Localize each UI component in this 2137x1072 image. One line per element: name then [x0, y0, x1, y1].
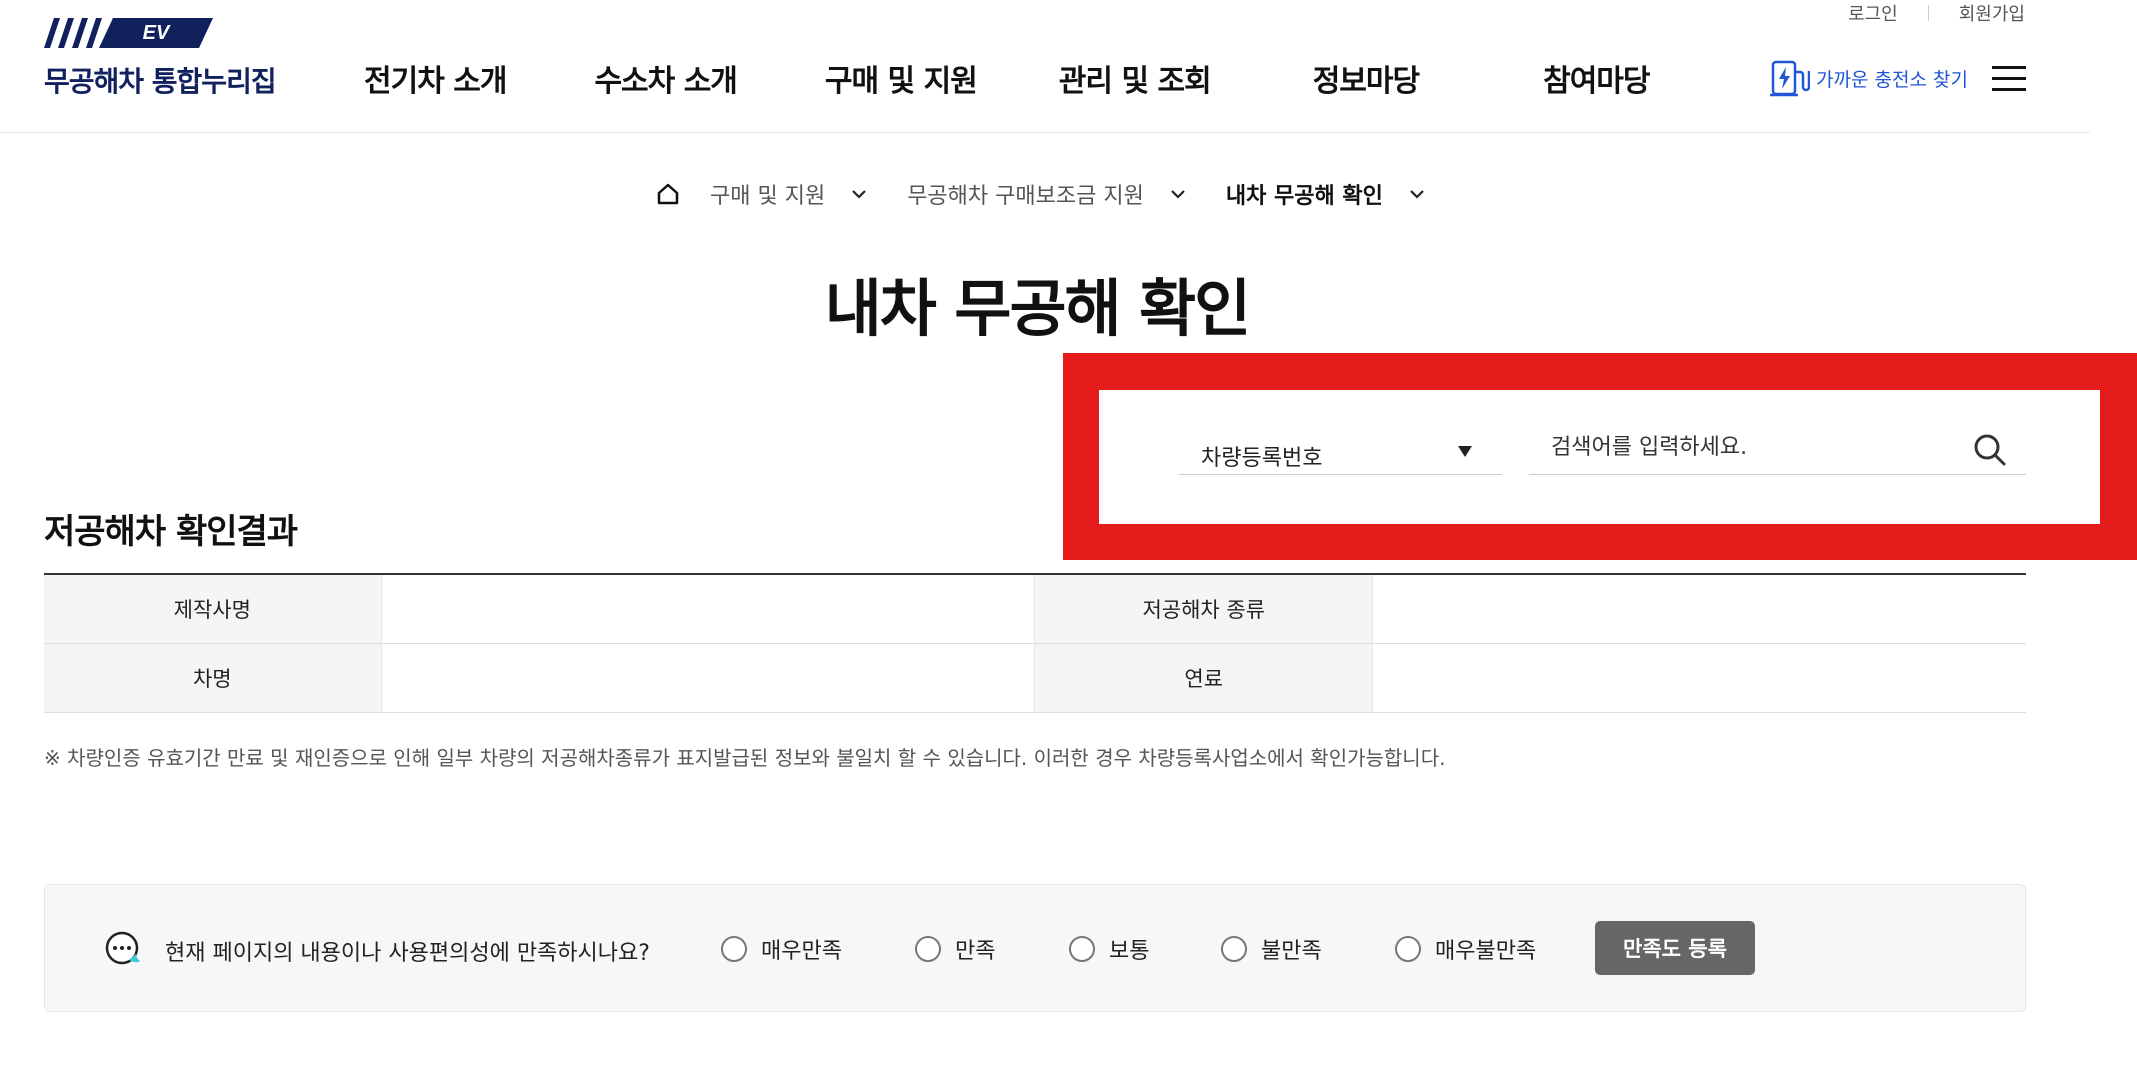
nav-participation[interactable]: 참여마당 — [1543, 56, 1650, 100]
breadcrumb-subsidy[interactable]: 무공해차 구매보조금 지원 — [907, 178, 1226, 210]
page-title: 내차 무공해 확인 — [824, 272, 1251, 345]
search-icon[interactable] — [1972, 432, 2008, 468]
nav-purchase-support[interactable]: 구매 및 지원 — [825, 56, 978, 100]
survey-submit-button[interactable]: 만족도 등록 — [1595, 921, 1755, 975]
logo-badge: EV — [44, 18, 213, 48]
logo-text: 무공해차 통합누리집 — [44, 65, 277, 98]
search-type-value: 차량등록번호 — [1201, 446, 1323, 471]
survey-option-label: 불만족 — [1261, 939, 1322, 964]
nav-info[interactable]: 정보마당 — [1313, 56, 1420, 100]
table-cell — [1372, 643, 2026, 713]
breadcrumb: 구매 및 지원 무공해차 구매보조금 지원 내차 무공해 확인 — [656, 178, 1425, 210]
find-charger-label: 가까운 충전소 찾기 — [1816, 68, 1968, 91]
charger-icon — [1770, 60, 1810, 97]
util-divider — [1927, 5, 1929, 21]
table-row: 차명 연료 — [44, 643, 2026, 713]
breadcrumb-label: 구매 및 지원 — [710, 184, 826, 209]
search-input-wrap — [1529, 414, 2026, 475]
chat-bubble-icon — [105, 931, 140, 965]
survey-question: 현재 페이지의 내용이나 사용편의성에 만족하시나요? — [165, 941, 650, 966]
survey-option-label: 매우불만족 — [1435, 939, 1537, 964]
utility-links: 로그인 회원가입 — [1848, 0, 2025, 26]
search-type-select[interactable]: 차량등록번호 — [1179, 414, 1502, 475]
table-cell — [380, 643, 1036, 713]
survey-option-satisfied[interactable]: 만족 — [915, 933, 995, 965]
find-charger-link[interactable]: 가까운 충전소 찾기 — [1770, 58, 1968, 98]
survey-option-label: 보통 — [1109, 939, 1150, 964]
home-icon[interactable] — [656, 182, 680, 206]
table-header-cell: 차명 — [44, 643, 382, 713]
search-input[interactable] — [1529, 428, 1953, 466]
breadcrumb-label: 무공해차 구매보조금 지원 — [907, 184, 1144, 209]
survey-option-very-satisfied[interactable]: 매우만족 — [721, 933, 842, 965]
search-panel: 차량등록번호 — [1099, 390, 2100, 524]
survey-option-unsatisfied[interactable]: 불만족 — [1221, 933, 1322, 965]
survey-option-neutral[interactable]: 보통 — [1069, 933, 1149, 965]
table-header-cell: 연료 — [1034, 643, 1373, 713]
radio-circle[interactable] — [915, 936, 941, 962]
breadcrumb-label: 내차 무공해 확인 — [1225, 184, 1383, 209]
main-nav: 전기차 소개 수소차 소개 구매 및 지원 관리 및 조회 정보마당 참여마당 — [364, 56, 1651, 100]
result-notice: ※ 차량인증 유효기간 만료 및 재인증으로 인해 일부 차량의 저공해차종류가… — [44, 746, 1446, 770]
nav-hydrogen-intro[interactable]: 수소차 소개 — [594, 56, 737, 100]
header-divider — [0, 132, 2090, 133]
chevron-down-icon — [852, 190, 866, 199]
radio-circle[interactable] — [1395, 936, 1421, 962]
logo-ev-text: EV — [142, 22, 170, 44]
result-title: 저공해차 확인결과 — [44, 512, 298, 552]
table-header-cell: 저공해차 종류 — [1034, 574, 1373, 644]
site-logo[interactable]: EV 무공해차 통합누리집 — [44, 18, 294, 102]
table-cell — [380, 574, 1036, 644]
breadcrumb-current[interactable]: 내차 무공해 확인 — [1226, 178, 1425, 210]
signup-link[interactable]: 회원가입 — [1959, 0, 2025, 26]
satisfaction-survey: 현재 페이지의 내용이나 사용편의성에 만족하시나요? 매우만족 만족 보통 불… — [44, 884, 2026, 1012]
menu-icon[interactable] — [1992, 66, 2026, 92]
dropdown-arrow-icon — [1458, 446, 1472, 457]
nav-manage-lookup[interactable]: 관리 및 조회 — [1059, 56, 1212, 100]
survey-option-very-unsatisfied[interactable]: 매우불만족 — [1395, 933, 1536, 965]
radio-circle[interactable] — [1069, 936, 1095, 962]
survey-option-label: 매우만족 — [761, 939, 842, 964]
table-row: 제작사명 저공해차 종류 — [44, 574, 2026, 644]
chevron-down-icon — [1410, 190, 1424, 199]
chevron-down-icon — [1171, 190, 1185, 199]
table-header-cell: 제작사명 — [44, 574, 382, 644]
table-cell — [1372, 574, 2026, 644]
login-link[interactable]: 로그인 — [1848, 0, 1898, 26]
survey-option-label: 만족 — [955, 939, 996, 964]
nav-ev-intro[interactable]: 전기차 소개 — [364, 56, 507, 100]
result-table: 제작사명 저공해차 종류 차명 연료 — [44, 573, 2026, 713]
radio-circle[interactable] — [721, 936, 747, 962]
radio-circle[interactable] — [1221, 936, 1247, 962]
breadcrumb-purchase-support[interactable]: 구매 및 지원 — [710, 178, 907, 210]
